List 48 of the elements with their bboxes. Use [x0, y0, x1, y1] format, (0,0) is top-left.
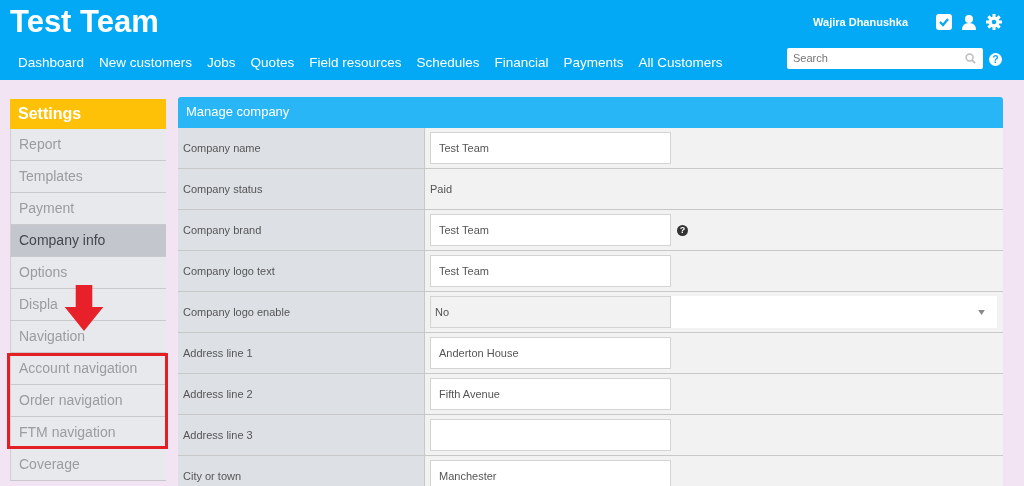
nav-link[interactable]: New customers	[99, 54, 193, 70]
nav-link[interactable]: Quotes	[250, 54, 295, 70]
sidebar-item[interactable]: Templates	[10, 161, 166, 193]
field-label: Company logo text	[178, 251, 425, 291]
sidebar-item[interactable]: Navigation	[10, 321, 166, 353]
input-field[interactable]: Manchester	[430, 460, 671, 486]
field-value: Paid	[430, 183, 453, 195]
field-label: Company brand	[178, 210, 425, 250]
nav-link[interactable]: Jobs	[207, 54, 236, 70]
sidebar-item[interactable]: Payment	[10, 193, 166, 225]
site-title: Test Team	[10, 3, 159, 41]
field-label: Address line 1	[178, 333, 425, 373]
field-label: Address line 3	[178, 415, 425, 455]
arrow-annotation-icon	[64, 285, 104, 331]
field-label: Company logo enable	[178, 292, 425, 332]
field-label: Address line 2	[178, 374, 425, 414]
field-label: Company name	[178, 128, 425, 168]
nav-link[interactable]: Schedules	[416, 54, 480, 70]
input-field[interactable]: Test Team	[430, 255, 671, 287]
panel-header: Manage company	[178, 97, 1003, 128]
user-name[interactable]: Wajira Dhanushka	[813, 16, 908, 28]
input-field[interactable]: Anderton House	[430, 337, 671, 369]
caret-icon	[978, 309, 985, 315]
input-field[interactable]	[430, 419, 671, 451]
nav-link[interactable]: Financial	[494, 54, 549, 70]
sidebar-header: Settings	[10, 99, 166, 129]
field-label: Company status	[178, 169, 425, 209]
sidebar-item[interactable]: Report	[10, 129, 166, 161]
nav-link[interactable]: All Customers	[638, 54, 723, 70]
user-icon[interactable]	[961, 14, 977, 30]
nav-link[interactable]: Payments	[563, 54, 624, 70]
search-field[interactable]: Search	[787, 47, 983, 69]
field-label: City or town	[178, 456, 425, 486]
input-field[interactable]: Test Team	[430, 132, 671, 164]
nav-link[interactable]: Dashboard	[18, 54, 85, 70]
nav-link[interactable]: Field resources	[309, 54, 402, 70]
input-field[interactable]: Fifth Avenue	[430, 378, 671, 410]
sidebar-item[interactable]: Coverage	[10, 449, 166, 481]
sidebar-item[interactable]: Order navigation	[10, 385, 166, 417]
input-field[interactable]: Test Team	[430, 214, 671, 246]
help-icon[interactable]: ?	[989, 52, 1002, 66]
checkbox-icon[interactable]	[936, 14, 952, 30]
search-icon	[965, 52, 976, 64]
settings-icon[interactable]	[986, 14, 1002, 30]
help-icon[interactable]: ?	[677, 224, 688, 236]
sidebar-item[interactable]: Company info	[10, 225, 166, 257]
sidebar-item[interactable]: Options	[10, 257, 166, 289]
sidebar-item[interactable]: FTM navigation	[10, 417, 166, 449]
